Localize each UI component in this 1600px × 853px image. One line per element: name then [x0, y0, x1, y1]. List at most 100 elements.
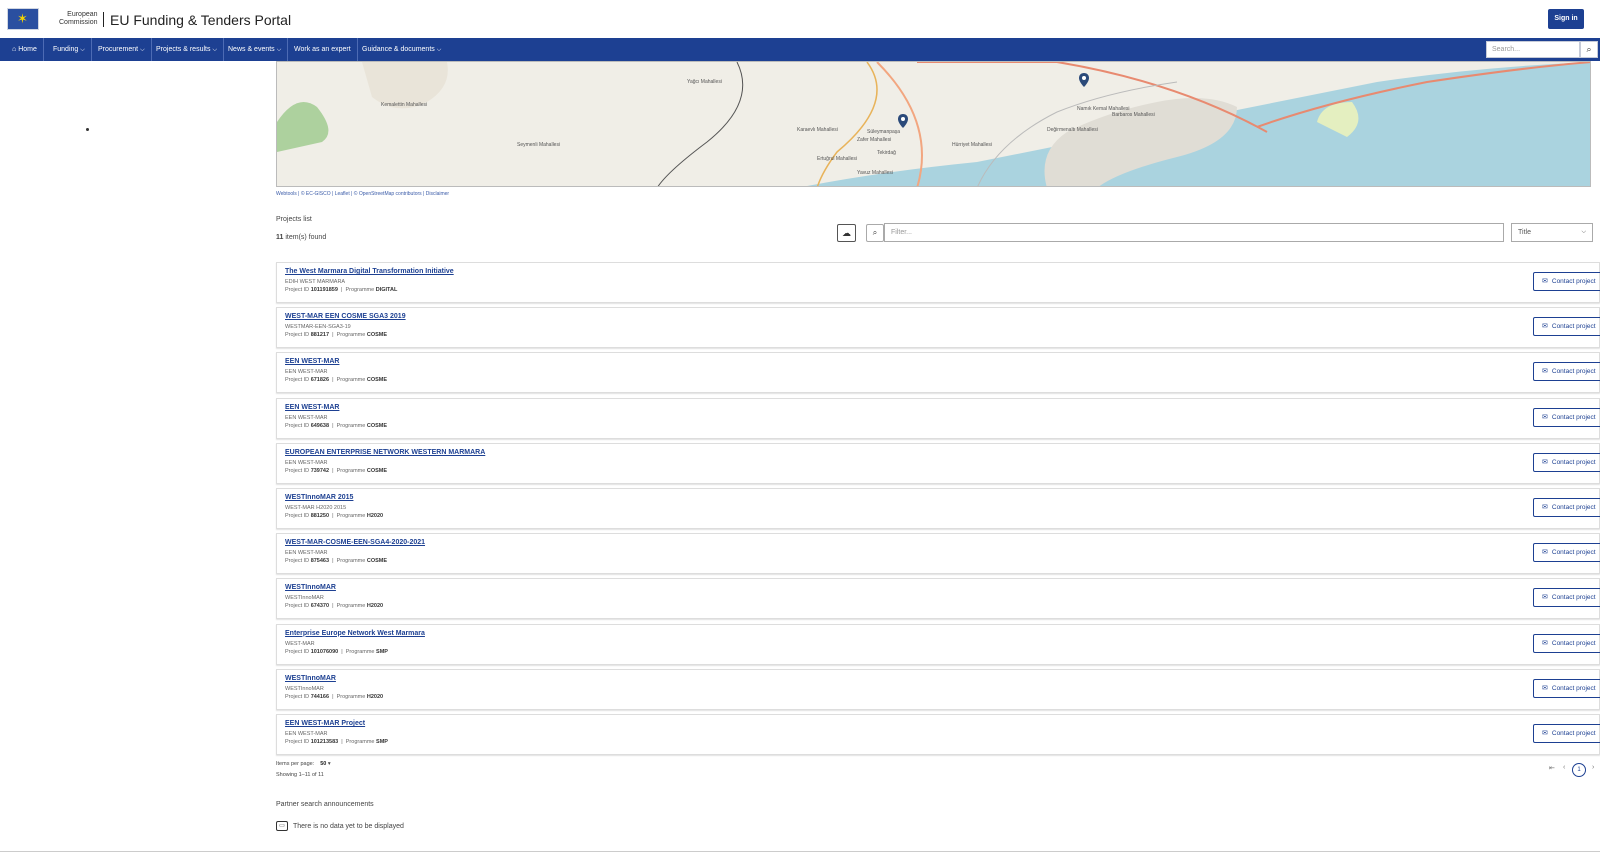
project-meta: Project ID 101213583 | Programme SMP — [285, 739, 388, 745]
prev-page-button[interactable]: ‹ — [1563, 764, 1565, 771]
contact-project-button[interactable]: ✉ Contact project — [1533, 407, 1600, 427]
nav-item-news-events[interactable]: News & events ⌵ — [222, 38, 289, 61]
project-acronym: WEST-MAR — [285, 640, 315, 647]
project-acronym: EEN WEST-MAR — [285, 550, 328, 557]
project-meta: Project ID 739742 | Programme COSME — [285, 467, 388, 474]
project-title-link[interactable]: EEN WEST-MAR — [285, 404, 339, 411]
envelope-icon: ✉ — [1542, 684, 1548, 692]
project-row: WESTInnoMAR 2015 WEST-MAR H2020 2015 Proje… — [276, 488, 1600, 529]
project-title-link[interactable]: WEST-MAR-COSME-EEN-SGA4-2020-2021 — [285, 539, 425, 546]
filter-input[interactable]: Filter... — [884, 223, 1504, 242]
project-meta: Project ID 649638 | Programme COSME — [285, 422, 388, 429]
contact-project-button[interactable]: ✉ Contact project — [1533, 678, 1600, 698]
search-button[interactable]: ⌕ — [1580, 41, 1598, 58]
results-count: 11 item(s) found — [276, 234, 327, 241]
contact-project-button[interactable]: ✉ Contact project — [1533, 543, 1600, 563]
chevron-down-icon: ⌵ — [1581, 229, 1586, 235]
project-row: EEN WEST-MAR Project EEN WEST-MAR Project … — [276, 714, 1600, 755]
projects-list-heading: Projects list — [276, 216, 312, 223]
nav-item-projects-results[interactable]: Projects & results ⌵ — [150, 38, 225, 61]
envelope-icon: ✉ — [1542, 323, 1548, 331]
project-title-link[interactable]: Enterprise Europe Network West Marmara — [285, 630, 425, 637]
nav-item-funding[interactable]: Funding ⌵ — [47, 38, 92, 61]
project-row: WESTInnoMAR WESTInnoMAR Project ID 674370 … — [276, 578, 1600, 620]
envelope-icon: ✉ — [1542, 594, 1548, 602]
project-meta: Project ID 744166 | Programme H2020 — [285, 693, 384, 700]
contact-project-button[interactable]: ✉ Contact project — [1533, 724, 1600, 743]
european-commission-logo[interactable]: European Commission — [7, 2, 101, 33]
envelope-icon: ✉ — [1542, 368, 1548, 376]
items-per-page[interactable]: Items per page: 50 ▾ — [276, 761, 331, 767]
contact-project-button[interactable]: ✉ Contact project — [1533, 317, 1600, 337]
partner-search-heading: Partner search announcements — [276, 801, 374, 808]
project-title-link[interactable]: WEST-MAR EEN COSME SGA3 2019 — [285, 313, 406, 320]
project-row: EEN WEST-MAR EEN WEST-MAR Project ID 67182… — [276, 352, 1600, 394]
envelope-icon: ✉ — [1542, 639, 1548, 647]
project-meta: Project ID 875463 | Programme COSME — [285, 558, 388, 565]
map-canvas[interactable] — [277, 62, 1591, 187]
download-button[interactable]: ☁ — [837, 224, 856, 242]
cloud-download-icon: ☁ — [842, 228, 851, 238]
map-label: Süleymanpaşa — [867, 129, 901, 135]
first-page-button[interactable]: ⇤ — [1549, 764, 1555, 772]
map-label: Tekirdağ — [877, 150, 896, 156]
project-title-link[interactable]: EEN WEST-MAR Project — [285, 720, 365, 727]
project-row: WESTInnoMAR WESTInnoMAR Project ID 744166 … — [276, 668, 1600, 710]
project-acronym: EEN WEST-MAR — [285, 414, 328, 421]
chevron-left-icon: ‹ — [1563, 764, 1566, 771]
project-acronym: EDIH WEST MARMARA — [285, 279, 346, 285]
eu-flag-icon — [7, 8, 39, 30]
envelope-icon: ✉ — [1542, 730, 1548, 737]
project-title-link[interactable]: EUROPEAN ENTERPRISE NETWORK WESTERN MARM… — [285, 449, 485, 456]
map-label: Seymenli Mahallesi — [517, 142, 561, 148]
org-line2: Commission — [59, 19, 98, 26]
map-label: Hürriyet Mahallesi — [952, 142, 993, 148]
project-acronym: EEN WEST-MAR — [285, 369, 328, 376]
project-acronym: WESTMAR-EEN-SGA3-19 — [285, 324, 351, 331]
nav-item-home[interactable]: ⌂ Home — [6, 38, 44, 61]
page-bottom-border — [0, 851, 1600, 852]
contact-project-button[interactable]: ✉ Contact project — [1533, 362, 1600, 382]
map-label: Ertuğrul Mahallesi — [817, 156, 858, 162]
map-marker-icon[interactable] — [1079, 73, 1089, 87]
contact-project-button[interactable]: ✉ Contact project — [1533, 588, 1600, 608]
map-label: Karaevlı Mahallesi — [797, 127, 838, 133]
current-page[interactable]: 1 — [1572, 763, 1586, 777]
project-row: Enterprise Europe Network West Marmara WE… — [276, 623, 1600, 665]
nav-item-work-as-expert[interactable]: Work as an expert — [288, 38, 358, 61]
contact-project-button[interactable]: ✉ Contact project — [1533, 452, 1600, 472]
portal-title[interactable]: EU Funding & Tenders Portal — [110, 12, 291, 28]
sort-select[interactable]: Title ⌵ — [1511, 223, 1593, 242]
nav-item-guidance-documents[interactable]: Guidance & documents ⌵ — [356, 38, 447, 61]
project-title-link[interactable]: WESTInnoMAR — [285, 675, 336, 682]
project-title-link[interactable]: WESTInnoMAR — [285, 584, 336, 591]
map-marker-icon[interactable] — [898, 114, 908, 128]
project-title-link[interactable]: EEN WEST-MAR — [285, 358, 339, 365]
contact-project-button[interactable]: ✉ Contact project — [1533, 633, 1600, 653]
next-page-button[interactable]: › — [1592, 764, 1594, 771]
project-row: The West Marmara Digital Transformation … — [276, 262, 1600, 303]
map-label: Yağcı Mahallesi — [687, 79, 722, 85]
project-title-link[interactable]: The West Marmara Digital Transformation … — [285, 268, 454, 275]
bullet-dot — [86, 128, 89, 131]
chevron-down-icon: ⌵ — [276, 47, 282, 53]
main-nav: ⌂ Home Funding ⌵ Procurement ⌵ Projects & … — [0, 38, 1600, 61]
filter-search-icon: ⌕ — [866, 224, 884, 242]
project-row: WEST-MAR EEN COSME SGA3 2019 WESTMAR-EEN-… — [276, 307, 1600, 349]
contact-project-button[interactable]: ✉ Contact project — [1533, 272, 1600, 291]
projects-map[interactable]: Yağcı Mahallesi Kemalettin Mahallesi Sey… — [276, 61, 1591, 187]
org-line1: European — [67, 11, 98, 18]
caret-down-icon: ▾ — [327, 761, 331, 767]
project-meta: Project ID 671826 | Programme COSME — [285, 377, 388, 384]
project-meta: Project ID 881217 | Programme COSME — [285, 332, 388, 339]
search-input[interactable]: Search... — [1486, 41, 1580, 58]
project-title-link[interactable]: WESTInnoMAR 2015 — [285, 494, 353, 501]
nav-item-procurement[interactable]: Procurement ⌵ — [92, 38, 152, 61]
header: European Commission EU Funding & Tenders… — [0, 0, 1600, 38]
first-page-icon: ⇤ — [1549, 765, 1555, 772]
project-meta: Project ID 674370 | Programme H2020 — [285, 603, 384, 610]
project-acronym: WESTInnoMAR — [285, 685, 324, 692]
contact-project-button[interactable]: ✉ Contact project — [1533, 498, 1600, 517]
sign-in-button[interactable]: Sign in — [1548, 9, 1584, 29]
map-attribution[interactable]: Webtools | © EC-GISCO | Leaflet | © Open… — [276, 191, 449, 197]
